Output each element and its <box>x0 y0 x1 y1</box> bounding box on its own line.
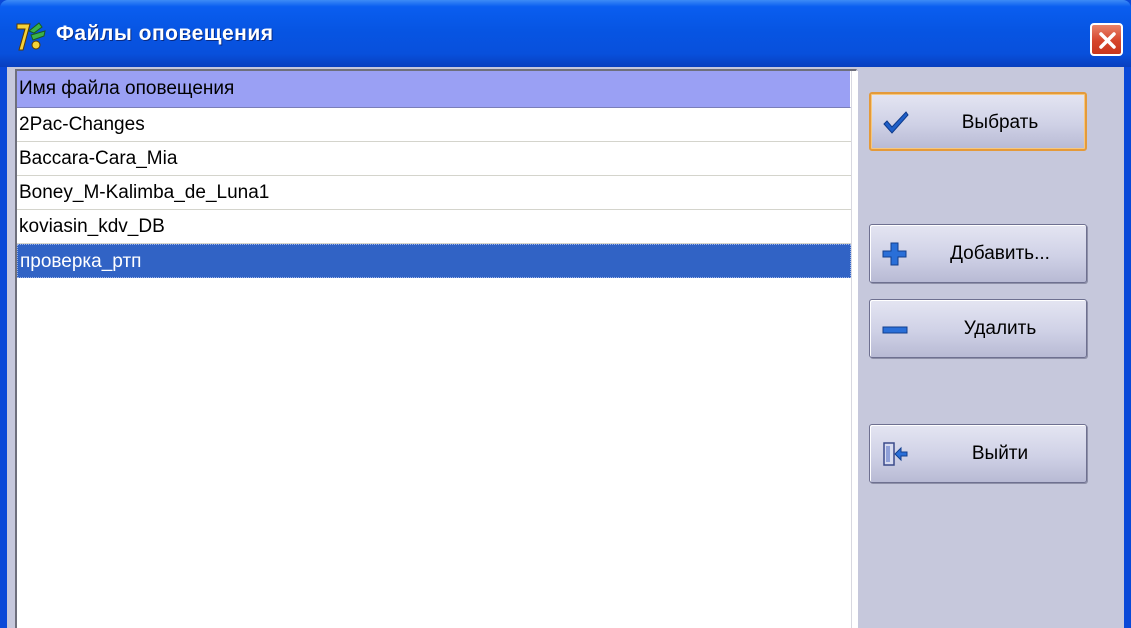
close-button[interactable] <box>1090 23 1123 56</box>
delete-button-label: Удалить <box>963 318 1037 339</box>
window-title: Файлы оповещения <box>56 22 274 45</box>
delete-button[interactable]: Удалить <box>869 299 1087 358</box>
exit-button[interactable]: Выйти <box>869 424 1087 483</box>
notification-files-list[interactable]: Имя файла оповещения 2Pac-Changes Baccar… <box>15 69 858 628</box>
select-button-label: Выбрать <box>961 112 1039 133</box>
app-logo-icon <box>14 21 48 53</box>
list-item[interactable]: Boney_M-Kalimba_de_Luna1 <box>17 176 851 210</box>
checkmark-icon <box>882 110 910 136</box>
list-scroll-track <box>851 71 858 628</box>
add-button-label: Добавить... <box>950 243 1050 264</box>
select-button[interactable]: Выбрать <box>869 92 1087 151</box>
column-header-file-name[interactable]: Имя файла оповещения <box>17 71 851 108</box>
exit-door-icon <box>881 441 909 467</box>
dialog-client-area: Имя файла оповещения 2Pac-Changes Baccar… <box>7 67 1124 628</box>
exit-button-label: Выйти <box>971 443 1029 464</box>
list-item[interactable]: 2Pac-Changes <box>17 108 851 142</box>
list-item-selected[interactable]: проверка_ртп <box>17 244 851 278</box>
notification-files-window: Файлы оповещения Имя файла оповещения 2P… <box>0 0 1131 628</box>
list-item[interactable]: koviasin_kdv_DB <box>17 210 851 244</box>
plus-icon <box>881 241 909 267</box>
title-bar[interactable]: Файлы оповещения <box>0 0 1131 67</box>
close-icon <box>1099 32 1116 49</box>
minus-icon <box>881 316 909 342</box>
list-item[interactable]: Baccara-Cara_Mia <box>17 142 851 176</box>
add-button[interactable]: Добавить... <box>869 224 1087 283</box>
